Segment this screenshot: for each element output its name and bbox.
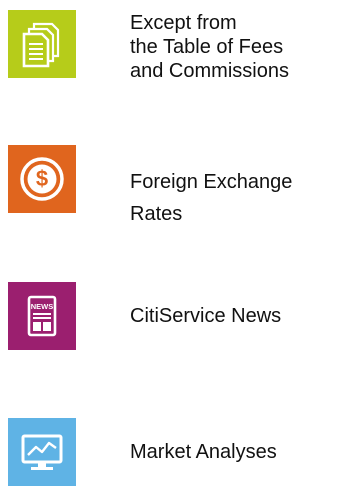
fees-label-line-3: and Commissions [130,60,289,82]
news-label: CitiService News [130,304,281,328]
fx-label: Foreign Exchange Rates [130,166,292,230]
dollar-coin-icon: $ [20,157,64,201]
fx-tile: $ [8,145,76,213]
news-tile: NEWS [8,282,76,350]
foreign-exchange-link[interactable]: $ Foreign Exchange Rates [8,145,358,245]
monitor-chart-icon [21,434,63,470]
market-label-line-1: Market Analyses [130,441,277,463]
documents-icon [22,22,60,68]
fx-label-line-1: Foreign Exchange [130,171,293,193]
market-analyses-link[interactable]: Market Analyses [8,418,358,498]
fees-label-line-2: the Table of Fees [130,36,284,58]
svg-text:$: $ [36,166,48,191]
citiservice-news-link[interactable]: NEWS CitiService News [8,282,358,362]
fees-tile [8,10,76,78]
market-tile [8,418,76,486]
market-label: Market Analyses [130,440,277,464]
fees-label-line-1: Except from [130,12,237,34]
fx-label-line-2: Rates [130,203,183,225]
fees-commissions-link[interactable]: Except from the Table of Fees and Commis… [8,10,358,110]
fees-label: Except from the Table of Fees and Commis… [130,11,289,83]
news-label-line-1: CitiService News [130,305,282,327]
svg-text:NEWS: NEWS [31,302,54,311]
newspaper-icon: NEWS [27,295,57,337]
